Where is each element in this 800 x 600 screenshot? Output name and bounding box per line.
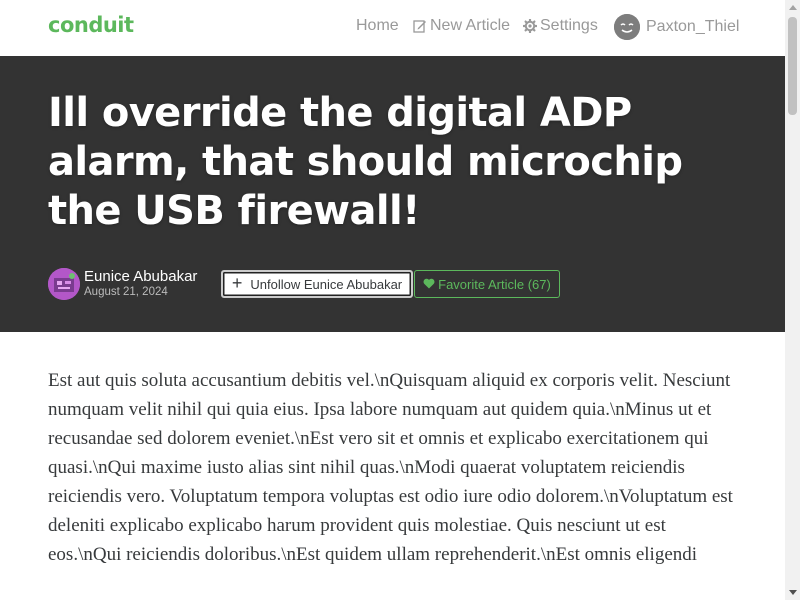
nav-new-article-label: New Article: [430, 17, 511, 34]
nav-settings-label: Settings: [540, 17, 598, 34]
unfollow-label: Unfollow Eunice Abubakar: [250, 276, 403, 292]
smiley-avatar-icon: [614, 14, 640, 40]
nav-new-article-link[interactable]: New Article: [413, 17, 510, 35]
unfollow-author-button[interactable]: + Unfollow Eunice Abubakar: [221, 270, 413, 298]
nav-home-link[interactable]: Home: [356, 17, 399, 35]
page-scrollbar[interactable]: [785, 0, 800, 600]
favorite-article-button[interactable]: Favorite Article (67): [414, 270, 560, 298]
favorite-label: Favorite Article (67): [438, 276, 551, 292]
scrollbar-thumb[interactable]: [788, 17, 797, 115]
plus-icon: +: [231, 273, 243, 293]
article-title: Ill override the digital ADP alarm, that…: [48, 90, 683, 234]
article-banner: Ill override the digital ADP alarm, that…: [0, 56, 785, 332]
author-name-link[interactable]: Eunice Abubakar: [84, 268, 197, 285]
scroll-up-arrow-icon[interactable]: [785, 0, 800, 15]
nav-profile-link[interactable]: Paxton_Thiel: [614, 14, 739, 40]
scroll-down-arrow-icon[interactable]: [785, 585, 800, 600]
article-body: Est aut quis soluta accusantium debitis …: [48, 370, 733, 565]
edit-icon: [413, 19, 427, 33]
nav-home-label: Home: [356, 17, 399, 34]
author-avatar[interactable]: [48, 268, 80, 300]
top-navbar: conduit Home New Article Settings Paxton…: [0, 0, 785, 56]
nav-username: Paxton_Thiel: [646, 18, 740, 35]
nav-settings-link[interactable]: Settings: [523, 17, 598, 35]
gear-icon: [523, 19, 537, 33]
heart-icon: [423, 277, 435, 292]
brand-logo[interactable]: conduit: [48, 13, 134, 37]
article-date: August 21, 2024: [84, 286, 168, 298]
